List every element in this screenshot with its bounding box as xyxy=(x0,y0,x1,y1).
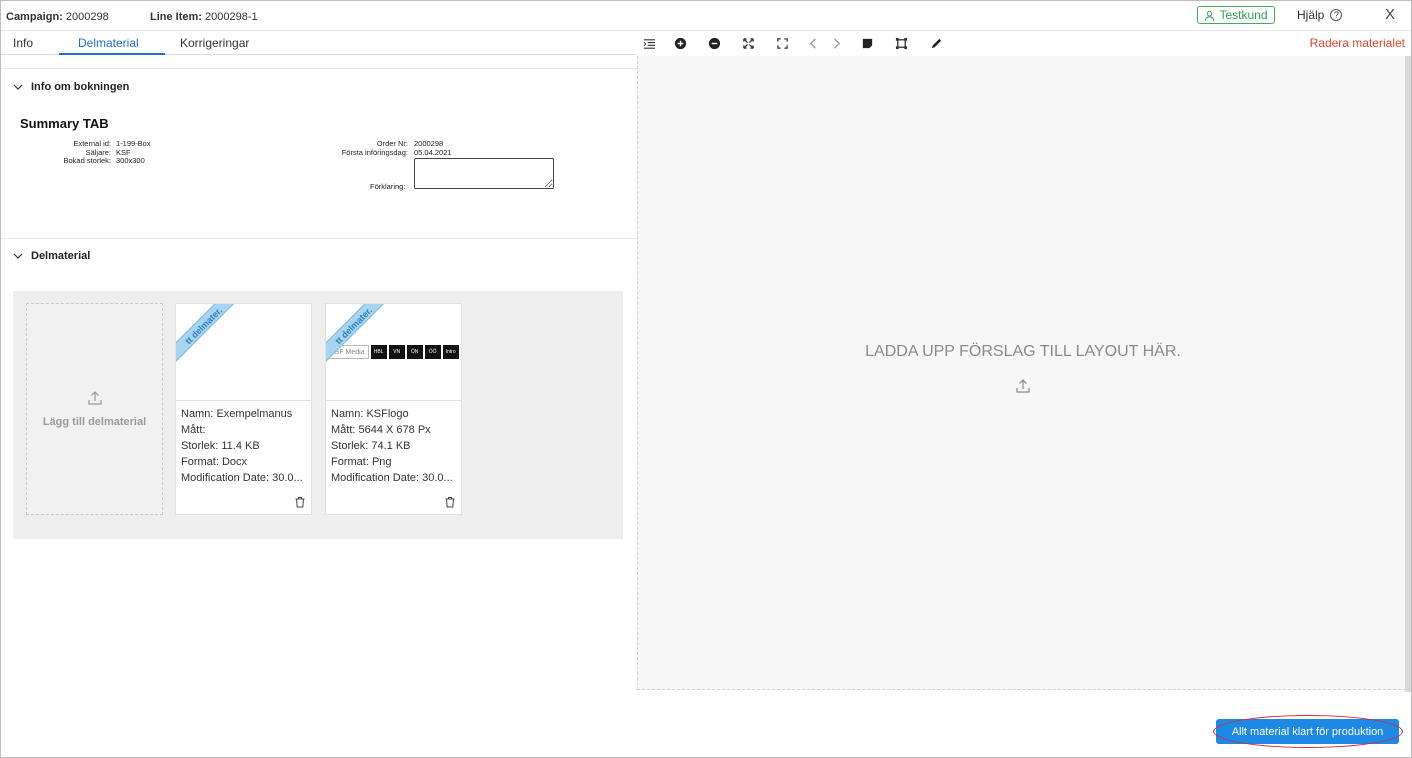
tab-info[interactable]: Info xyxy=(13,36,33,50)
divider xyxy=(1,68,637,69)
tab-korrigeringar[interactable]: Korrigeringar xyxy=(180,36,249,50)
card-dims: Mått: xyxy=(181,424,206,436)
tab-bar: Info Delmaterial Korrigeringar xyxy=(1,31,637,55)
campaign-value: 2000298 xyxy=(65,11,109,23)
chevron-down-icon xyxy=(13,84,23,90)
line-item-label: Line Item: xyxy=(150,11,202,23)
intro-logo: Intro xyxy=(442,345,459,359)
layout-upload-dropzone[interactable]: LADDA UPP FÖRSLAG TILL LAYOUT HÄR. xyxy=(637,56,1411,690)
card-modified: Modification Date: 30.0... xyxy=(331,472,453,484)
prev-icon[interactable] xyxy=(805,35,821,51)
campaign-label: Campaign: xyxy=(6,11,63,23)
booked-size-value: 300x300 xyxy=(116,156,145,165)
logo-strip: KSF Media HBL VN ÖN ÖÖ Intro xyxy=(326,344,461,360)
chevron-down-icon xyxy=(13,253,23,259)
card-name: Namn: KSFlogo xyxy=(331,408,409,420)
line-item-value: 2000298-1 xyxy=(205,11,258,23)
card-size: Storlek: 74.1 KB xyxy=(331,440,411,452)
scrollbar[interactable] xyxy=(1405,56,1411,692)
zoom-out-icon[interactable] xyxy=(706,35,722,51)
explanation-textarea[interactable] xyxy=(414,158,554,189)
fit-icon[interactable] xyxy=(740,35,756,51)
zoom-in-icon[interactable] xyxy=(672,35,688,51)
card-size: Storlek: 11.4 KB xyxy=(181,440,260,452)
card-info: Namn: KSFlogo Mått: 5644 X 678 Px Storle… xyxy=(331,406,459,486)
delmaterial-card[interactable]: tt delmater. Namn: Exempelmanus Mått: St… xyxy=(175,303,312,515)
customer-badge-label: Testkund xyxy=(1219,8,1268,22)
first-insertion-value: 05.04.2021 xyxy=(414,147,452,157)
divider xyxy=(1,238,637,239)
booking-details-right: Order Nr: 2000298 Första införingsdag: 0… xyxy=(301,139,601,160)
on-logo: ÖN xyxy=(406,345,423,359)
delmaterial-section-header[interactable]: Delmaterial xyxy=(13,250,90,262)
left-panel: Info om bokningen Summary TAB External i… xyxy=(1,56,637,696)
active-tab-indicator xyxy=(59,53,165,55)
help-icon: ? xyxy=(1330,9,1343,21)
card-name: Namn: Exempelmanus xyxy=(181,408,293,420)
fullscreen-icon[interactable] xyxy=(774,35,790,51)
note-icon[interactable] xyxy=(859,35,875,51)
close-icon[interactable]: X xyxy=(1385,6,1395,23)
card-modified: Modification Date: 30.0... xyxy=(181,472,303,484)
trash-icon[interactable] xyxy=(444,496,456,508)
dialog-frame: Campaign: 2000298 Line Item: 2000298-1 T… xyxy=(0,0,1412,758)
oo-logo: ÖÖ xyxy=(424,345,441,359)
campaign-info: Campaign: 2000298 xyxy=(6,11,109,23)
add-delmaterial-label: Lägg till delmaterial xyxy=(42,416,147,428)
summary-title: Summary TAB xyxy=(20,116,109,131)
add-delmaterial-button[interactable]: Lägg till delmaterial xyxy=(26,303,163,515)
dialog-header: Campaign: 2000298 Line Item: 2000298-1 T… xyxy=(1,1,1411,31)
card-thumbnail: KSF Media HBL VN ÖN ÖÖ Intro tt delmater… xyxy=(326,304,461,401)
delmaterial-section-title: Delmaterial xyxy=(31,250,91,262)
vn-logo: VN xyxy=(388,345,405,359)
hbl-logo: HBL xyxy=(370,345,387,359)
booking-details-left: External id: 1-199-Box Säljare: KSF Boka… xyxy=(1,139,301,170)
card-format: Format: Docx xyxy=(181,456,248,468)
delmaterial-card[interactable]: KSF Media HBL VN ÖN ÖÖ Intro tt delmater… xyxy=(325,303,462,515)
booking-section-header[interactable]: Info om bokningen xyxy=(13,81,129,93)
card-dims: Mått: 5644 X 678 Px xyxy=(331,424,431,436)
card-ribbon: tt delmater. xyxy=(176,304,247,369)
preview-toolbar: Radera materialet xyxy=(637,31,1411,55)
card-thumbnail: tt delmater. xyxy=(176,304,311,401)
trash-icon[interactable] xyxy=(294,496,306,508)
upload-prompt: LADDA UPP FÖRSLAG TILL LAYOUT HÄR. xyxy=(865,343,1181,360)
line-item-info: Line Item: 2000298-1 xyxy=(150,11,258,23)
upload-icon xyxy=(87,391,102,405)
explanation-label: Förklaring: xyxy=(370,182,406,191)
booking-section-title: Info om bokningen xyxy=(31,81,130,93)
help-label: Hjälp xyxy=(1297,8,1325,22)
pen-icon[interactable] xyxy=(928,35,944,51)
booked-size-label: Bokad storlek: xyxy=(63,156,111,165)
next-icon[interactable] xyxy=(828,35,844,51)
tab-delmaterial[interactable]: Delmaterial xyxy=(78,36,139,50)
delete-material-button[interactable]: Radera materialet xyxy=(1310,36,1405,50)
crop-icon[interactable] xyxy=(893,35,909,51)
list-icon[interactable] xyxy=(641,35,657,51)
all-material-ready-button[interactable]: Allt material klart för produktion xyxy=(1216,719,1399,744)
first-insertion-label: Första införingsdag: xyxy=(341,147,408,157)
help-button[interactable]: Hjälp ? xyxy=(1297,8,1343,22)
card-format: Format: Png xyxy=(331,456,392,468)
card-info: Namn: Exempelmanus Mått: Storlek: 11.4 K… xyxy=(181,406,309,486)
customer-badge[interactable]: Testkund xyxy=(1197,6,1275,24)
upload-icon xyxy=(1016,379,1030,393)
user-icon xyxy=(1205,10,1215,21)
